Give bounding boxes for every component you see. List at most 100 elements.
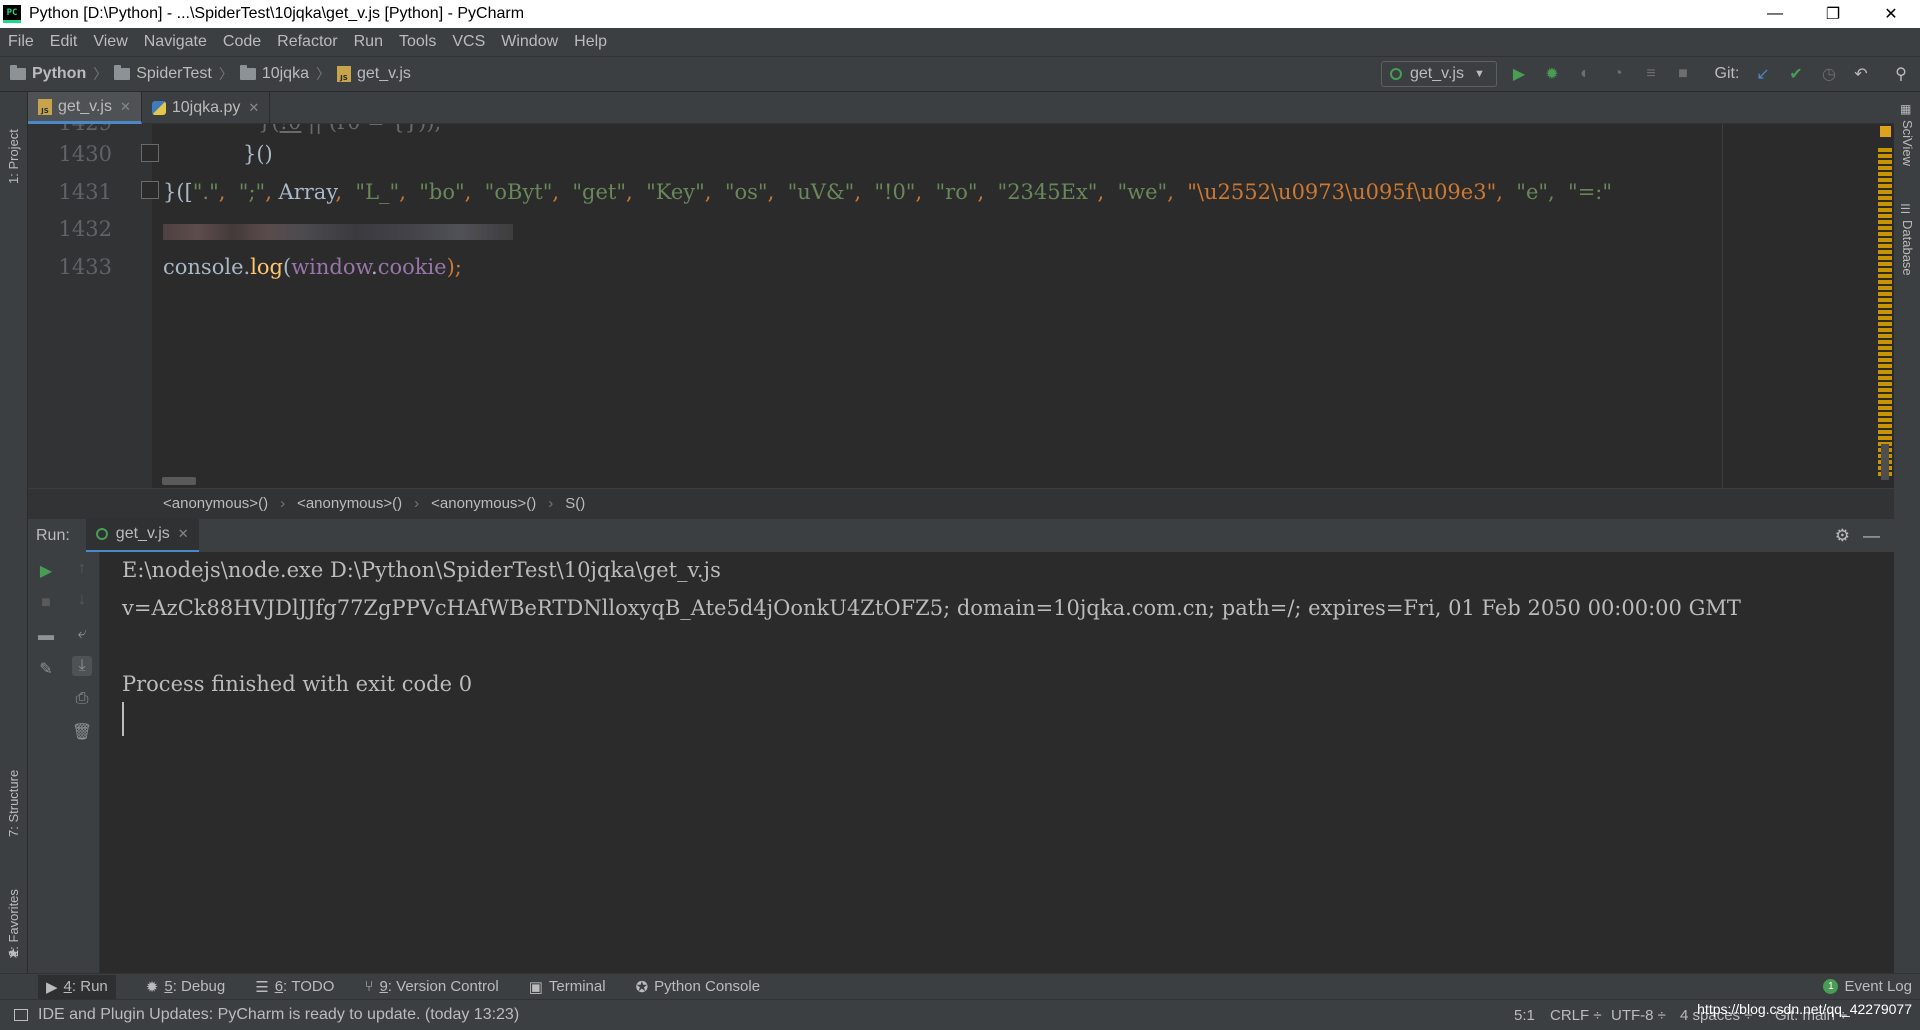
close-icon[interactable]: ✕ — [248, 100, 259, 116]
menu-refactor[interactable]: Refactor — [277, 33, 337, 51]
menu-run[interactable]: Run — [354, 33, 383, 51]
sciview-icon: ▦ — [1900, 102, 1912, 116]
method-token: log — [250, 255, 283, 279]
code-token: window — [291, 255, 371, 279]
breadcrumb-label: Python — [32, 65, 87, 82]
close-icon[interactable]: ✕ — [120, 99, 131, 115]
pin-icon[interactable]: ✎ — [36, 659, 56, 679]
menu-help[interactable]: Help — [574, 33, 607, 51]
status-message[interactable]: IDE and Plugin Updates: PyCharm is ready… — [38, 1006, 519, 1024]
minimize-button[interactable]: — — [1746, 0, 1804, 28]
database-tool-button[interactable]: Database — [1900, 220, 1915, 276]
gear-icon[interactable]: ⚙ — [1835, 526, 1850, 546]
tab-number: 4 — [63, 978, 72, 995]
close-icon[interactable]: ✕ — [178, 526, 189, 542]
js-file-icon: JS — [336, 66, 351, 82]
tool-tab-debug[interactable]: ✹ 5: Debug — [146, 978, 225, 996]
cursor-position[interactable]: 5:1 — [1514, 1000, 1535, 1030]
rollback-icon[interactable]: ↶ — [1850, 63, 1872, 85]
tool-tab-run[interactable]: ▶ 4: Run — [38, 974, 116, 999]
menu-view[interactable]: View — [93, 33, 127, 51]
profile-icon[interactable]: ◔ — [1607, 63, 1629, 85]
python-icon: ✪ — [635, 978, 649, 996]
code-editor[interactable]: 1429 1430 1431 1432 1433 }(!0 || (r0 = {… — [28, 124, 1894, 488]
code-breadcrumb[interactable]: <anonymous>() — [431, 495, 536, 512]
vcs-update-icon[interactable]: ↙ — [1752, 63, 1774, 85]
debug-icon[interactable]: ✹ — [1541, 63, 1563, 85]
vertical-scrollbar[interactable] — [1881, 444, 1889, 480]
run-console[interactable]: E:\nodejs\node.exe D:\Python\SpiderTest\… — [100, 552, 1894, 973]
warning-icon[interactable] — [1880, 126, 1891, 137]
event-log-button[interactable]: 1 Event Log — [1823, 978, 1912, 995]
event-log-label: Event Log — [1844, 978, 1912, 995]
tool-tab-version-control[interactable]: ⑂ 9: Version Control — [364, 978, 498, 995]
menu-vcs[interactable]: VCS — [452, 33, 485, 51]
stop-icon[interactable]: ■ — [36, 593, 56, 613]
menu-window[interactable]: Window — [501, 33, 558, 51]
layout-icon[interactable]: ▬ — [36, 626, 56, 646]
code-breadcrumb[interactable]: S() — [565, 495, 585, 512]
run-icon[interactable]: ▶ — [1508, 63, 1530, 85]
code-breadcrumb[interactable]: <anonymous>() — [163, 495, 268, 512]
fold-marker[interactable] — [141, 181, 159, 199]
menu-edit[interactable]: Edit — [50, 33, 78, 51]
tool-tab-todo[interactable]: ☰ 6: TODO — [255, 978, 334, 996]
sciview-tool-button[interactable]: SciView — [1900, 120, 1915, 166]
chevron-right-icon: › — [280, 495, 286, 512]
string-token: "uV&" — [787, 180, 855, 204]
folder-icon — [239, 65, 256, 80]
breadcrumb-10jqka[interactable]: 10jqka — [239, 65, 309, 83]
line-number: 1430 — [58, 142, 112, 166]
line-separator[interactable]: CRLF ÷ — [1550, 1000, 1602, 1030]
rerun-icon[interactable]: ▶ — [36, 561, 56, 581]
soft-wrap-icon[interactable]: ⤶ — [72, 624, 92, 644]
tool-tab-terminal[interactable]: ▣ Terminal — [529, 978, 606, 996]
arrow-up-icon[interactable]: ↑ — [72, 559, 92, 579]
trash-icon[interactable]: 🗑 — [72, 722, 92, 742]
code-token: Array — [278, 180, 336, 204]
menu-tools[interactable]: Tools — [399, 33, 436, 51]
fold-marker[interactable] — [141, 144, 159, 162]
tab-get-v-js[interactable]: JS get_v.js ✕ — [28, 92, 142, 124]
code-line-partial: }(!0 || (r0 = {})); — [258, 124, 442, 134]
status-bar: IDE and Plugin Updates: PyCharm is ready… — [0, 999, 1920, 1030]
menu-navigate[interactable]: Navigate — [144, 33, 207, 51]
line-number: 1433 — [58, 255, 112, 279]
panel-toggle-icon[interactable] — [14, 1009, 28, 1021]
history-icon[interactable]: ◷ — [1818, 63, 1840, 85]
tab-10jqka-py[interactable]: 10jqka.py ✕ — [142, 92, 271, 124]
vcs-commit-icon[interactable]: ✔ — [1785, 63, 1807, 85]
menu-file[interactable]: File — [8, 33, 34, 51]
close-button[interactable]: ✕ — [1862, 0, 1920, 28]
favorites-tool-button[interactable]: 2: Favorites — [6, 867, 21, 957]
breadcrumb-python[interactable]: Python — [10, 65, 86, 83]
concurrency-icon[interactable]: ≡ — [1640, 63, 1662, 85]
horizontal-scrollbar[interactable] — [162, 477, 196, 485]
console-line: E:\nodejs\node.exe D:\Python\SpiderTest\… — [122, 558, 721, 582]
code-breadcrumb[interactable]: <anonymous>() — [297, 495, 402, 512]
breadcrumb-spidertest[interactable]: SpiderTest — [114, 65, 212, 83]
arrow-down-icon[interactable]: ↓ — [72, 590, 92, 610]
string-token: "e", "=:" — [1516, 180, 1613, 204]
project-tool-button[interactable]: 1: Project — [6, 104, 21, 184]
file-encoding[interactable]: UTF-8 ÷ — [1611, 1000, 1666, 1030]
play-icon: ▶ — [46, 978, 58, 996]
menu-code[interactable]: Code — [223, 33, 261, 51]
print-icon[interactable]: ⎙ — [72, 689, 92, 709]
tool-tab-python-console[interactable]: ✪ Python Console — [636, 978, 760, 996]
run-configuration-select[interactable]: get_v.js ▼ — [1381, 61, 1497, 87]
string-token: "." — [192, 180, 219, 204]
scroll-to-end-icon[interactable]: ⤓ — [72, 656, 92, 676]
tab-number: 9 — [379, 978, 388, 995]
run-tab-get-v-js[interactable]: get_v.js ✕ — [85, 518, 199, 553]
breadcrumb-get-v-js[interactable]: JS get_v.js — [336, 65, 411, 83]
tab-number: 5 — [164, 978, 173, 995]
branch-icon: ⑂ — [364, 978, 374, 995]
redacted-code — [163, 224, 513, 240]
run-with-coverage-icon[interactable]: ◐ — [1574, 63, 1596, 85]
search-icon[interactable]: ⚲ — [1890, 63, 1912, 85]
stop-icon[interactable]: ■ — [1672, 63, 1694, 85]
restore-button[interactable]: ❐ — [1804, 0, 1862, 28]
structure-tool-button[interactable]: 7: Structure — [6, 737, 21, 837]
hide-icon[interactable]: — — [1863, 526, 1880, 546]
